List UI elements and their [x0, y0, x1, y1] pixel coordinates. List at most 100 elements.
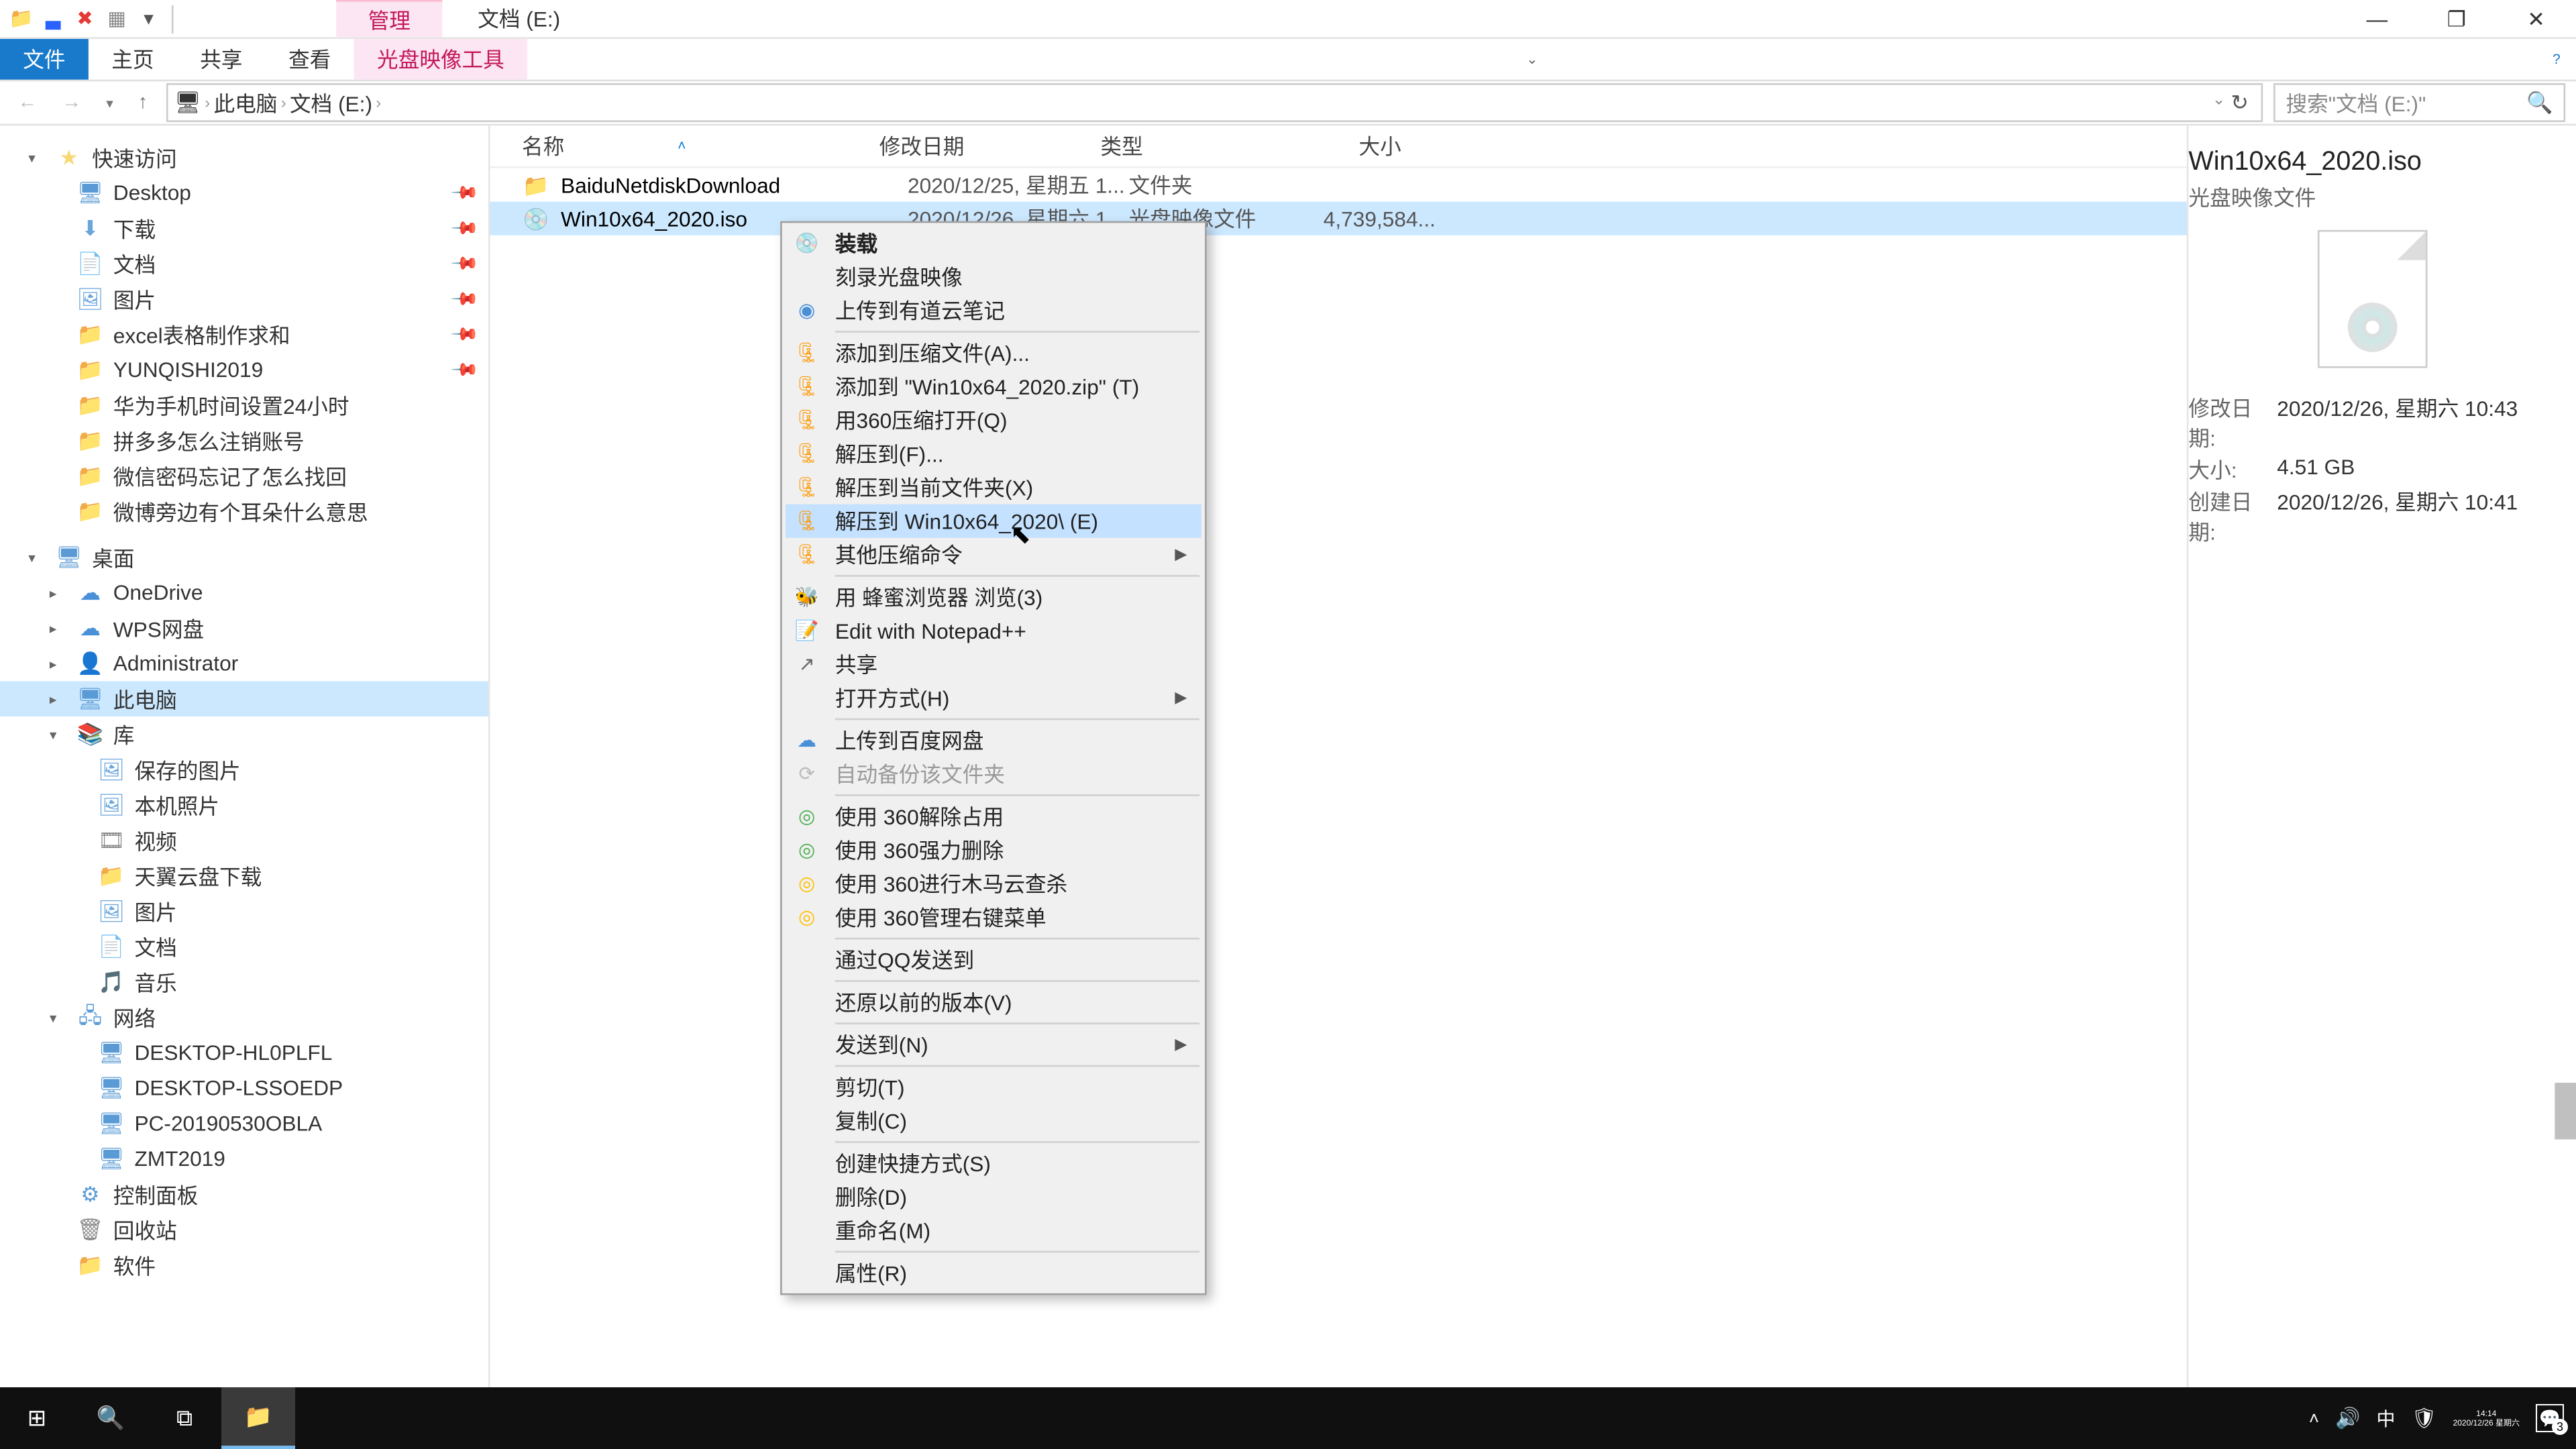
nav-back-button[interactable]: ←: [11, 92, 44, 113]
ctx-youdao[interactable]: ◉上传到有道云笔记: [786, 294, 1201, 327]
ctx-shortcut[interactable]: 创建快捷方式(S): [786, 1146, 1201, 1180]
ctx-baidu[interactable]: ☁上传到百度网盘: [786, 724, 1201, 757]
ctx-extractnamed[interactable]: 🗜解压到 Win10x64_2020\ (E): [786, 504, 1201, 538]
tree-soft[interactable]: 软件: [113, 1250, 156, 1280]
file-row[interactable]: 📁 BaiduNetdiskDownload 2020/12/25, 星期五 1…: [490, 168, 2187, 202]
col-name[interactable]: 名称˄: [490, 131, 879, 161]
volume-icon[interactable]: 🔊: [2335, 1407, 2360, 1430]
breadcrumb-pc[interactable]: 此电脑: [213, 88, 277, 118]
ctx-addzip[interactable]: 🗜添加到压缩文件(A)...: [786, 336, 1201, 370]
ctx-mount[interactable]: 💿装载: [786, 227, 1201, 260]
tree-item[interactable]: 保存的图片: [134, 755, 240, 785]
nav-forward-button[interactable]: →: [55, 92, 89, 113]
ctx-qq[interactable]: 通过QQ发送到: [786, 943, 1201, 977]
tree-item[interactable]: 音乐: [134, 967, 176, 997]
tree-desktop[interactable]: Desktop: [113, 180, 191, 205]
scrollbar-thumb[interactable]: [2555, 1083, 2576, 1139]
ctx-burn[interactable]: 刻录光盘映像: [786, 260, 1201, 294]
chevron-icon[interactable]: ›: [281, 94, 286, 111]
taskbar-explorer[interactable]: 📁: [221, 1387, 295, 1449]
tree-item[interactable]: excel表格制作求和: [113, 319, 290, 350]
action-center-button[interactable]: 💬 3: [2536, 1404, 2564, 1432]
tree-pics[interactable]: 图片: [113, 284, 156, 314]
ctx-restore[interactable]: 还原以前的版本(V): [786, 985, 1201, 1019]
ctx-360b[interactable]: ◎使用 360强力删除: [786, 833, 1201, 867]
tree-quick-access[interactable]: 快速访问: [92, 142, 177, 172]
tree-lib[interactable]: 库: [113, 719, 135, 749]
tree-downloads[interactable]: 下载: [113, 213, 156, 244]
tree-item[interactable]: 图片: [134, 896, 176, 926]
tree-item[interactable]: 拼多多怎么注销账号: [113, 425, 305, 455]
qa-dropdown-icon[interactable]: ▾: [133, 3, 164, 34]
taskbar-clock[interactable]: 14:14 2020/12/26 星期六: [2453, 1409, 2520, 1428]
breadcrumb-drive[interactable]: 文档 (E:): [290, 88, 372, 118]
tree-network[interactable]: 网络: [113, 1002, 156, 1032]
tree-item[interactable]: 文档: [134, 932, 176, 962]
ctx-addzipn[interactable]: 🗜添加到 "Win10x64_2020.zip" (T): [786, 370, 1201, 403]
ctx-honeybee[interactable]: 🐝用 蜂蜜浏览器 浏览(3): [786, 580, 1201, 614]
ribbon-expand-icon[interactable]: ⌄: [1513, 39, 1552, 80]
close-button[interactable]: ✕: [2496, 0, 2576, 38]
tree-item[interactable]: 天翼云盘下载: [134, 861, 262, 891]
ctx-delete[interactable]: 删除(D): [786, 1180, 1201, 1214]
tree-item[interactable]: 本机照片: [134, 790, 219, 820]
nav-up-button[interactable]: ↑: [131, 92, 155, 113]
ctx-share[interactable]: ↗共享: [786, 647, 1201, 681]
ctx-copy[interactable]: 复制(C): [786, 1104, 1201, 1138]
ctx-npp[interactable]: 📝Edit with Notepad++: [786, 614, 1201, 647]
tree-cpanel[interactable]: 控制面板: [113, 1179, 199, 1210]
tree-item[interactable]: DESKTOP-LSSOEDP: [134, 1076, 343, 1101]
ribbon-tab-tools[interactable]: 光盘映像工具: [354, 39, 528, 80]
tree-item[interactable]: PC-20190530OBLA: [134, 1111, 322, 1136]
tree-wps[interactable]: WPS网盘: [113, 613, 204, 643]
tray-up-icon[interactable]: ˄: [2309, 1408, 2319, 1429]
ctx-rename[interactable]: 重命名(M): [786, 1214, 1201, 1247]
taskview-button[interactable]: ⧉: [148, 1387, 221, 1449]
search-icon[interactable]: 🔍: [2526, 91, 2553, 115]
ribbon-tab-home[interactable]: 主页: [89, 39, 177, 80]
col-size[interactable]: 大小: [1295, 131, 1401, 161]
search-input[interactable]: 搜索"文档 (E:)" 🔍: [2273, 83, 2565, 122]
ctx-props[interactable]: 属性(R): [786, 1256, 1201, 1290]
tree-thispc[interactable]: 此电脑: [113, 684, 177, 714]
ribbon-tab-view[interactable]: 查看: [266, 39, 354, 80]
ctx-openwith[interactable]: 打开方式(H)▶: [786, 681, 1201, 714]
ctx-cut[interactable]: 剪切(T): [786, 1071, 1201, 1104]
ctx-extracthere[interactable]: 🗜解压到当前文件夹(X): [786, 471, 1201, 504]
ctx-360c[interactable]: ◎使用 360进行木马云查杀: [786, 867, 1201, 900]
tree-onedrive[interactable]: OneDrive: [113, 580, 203, 605]
ctx-sendto[interactable]: 发送到(N)▶: [786, 1028, 1201, 1061]
close-red-icon[interactable]: ✖: [69, 3, 101, 34]
tree-item[interactable]: YUNQISHI2019: [113, 358, 263, 382]
col-type[interactable]: 类型: [1100, 131, 1295, 161]
ime-indicator[interactable]: 中: [2376, 1405, 2395, 1432]
save-icon[interactable]: ▃: [37, 3, 68, 34]
file-row-selected[interactable]: 💿 Win10x64_2020.iso 2020/12/26, 星期六 1...…: [490, 202, 2187, 235]
ctx-othercomp[interactable]: 🗜其他压缩命令▶: [786, 538, 1201, 572]
tree-desktop2[interactable]: 桌面: [92, 542, 134, 572]
col-date[interactable]: 修改日期: [879, 131, 1101, 161]
start-button[interactable]: ⊞: [0, 1387, 74, 1449]
tree-item[interactable]: 视频: [134, 825, 176, 855]
ctx-open360[interactable]: 🗜用360压缩打开(Q): [786, 403, 1201, 437]
tree-item[interactable]: 微信密码忘记了怎么找回: [113, 461, 347, 491]
tray-app-icon[interactable]: 🛡: [2411, 1407, 2436, 1430]
tree-item[interactable]: 微博旁边有个耳朵什么意思: [113, 496, 368, 527]
ctx-extractto[interactable]: 🗜解压到(F)...: [786, 437, 1201, 470]
chevron-icon[interactable]: ›: [376, 94, 381, 111]
chevron-icon[interactable]: ›: [205, 94, 210, 111]
tree-recycle[interactable]: 回收站: [113, 1215, 177, 1245]
tree-docs[interactable]: 文档: [113, 249, 156, 279]
tree-item[interactable]: 华为手机时间设置24小时: [113, 390, 350, 421]
ribbon-tab-share[interactable]: 共享: [177, 39, 266, 80]
tree-item[interactable]: DESKTOP-HL0PLFL: [134, 1040, 332, 1065]
maximize-button[interactable]: ❐: [2417, 0, 2497, 38]
address-dd-icon[interactable]: ⌄: [2212, 91, 2226, 115]
refresh-icon[interactable]: ↻: [2231, 91, 2249, 115]
ribbon-tab-file[interactable]: 文件: [0, 39, 89, 80]
ctx-360a[interactable]: ◎使用 360解除占用: [786, 800, 1201, 833]
help-icon[interactable]: ?: [2537, 39, 2576, 80]
nav-dropdown-icon[interactable]: ▾: [99, 95, 121, 111]
search-button[interactable]: 🔍: [74, 1387, 148, 1449]
breadcrumb[interactable]: 🖥 › 此电脑 › 文档 (E:) › ⌄ ↻: [166, 83, 2263, 122]
